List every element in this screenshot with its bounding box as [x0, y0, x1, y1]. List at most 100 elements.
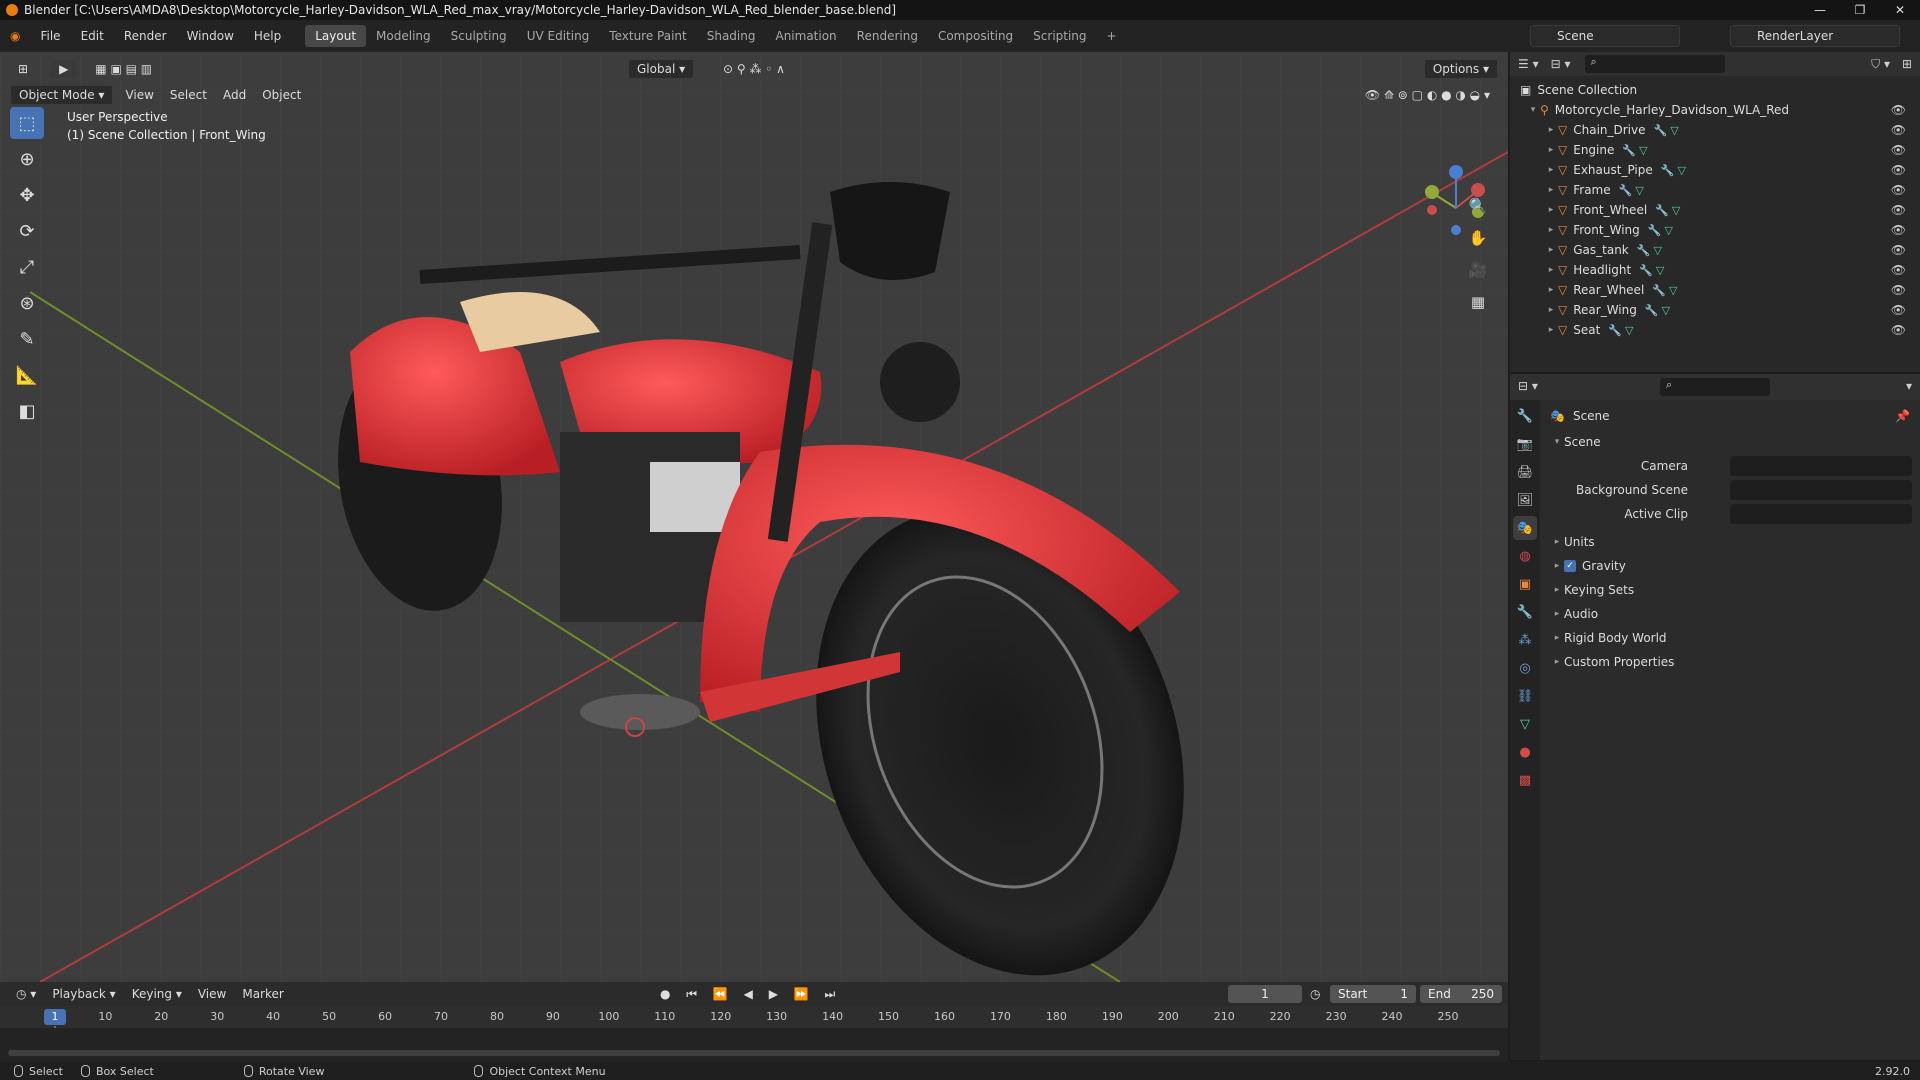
expand-icon[interactable]: ▸ [1544, 325, 1558, 335]
viewport-menu-view[interactable]: View [117, 86, 161, 104]
mesh-data-icon[interactable]: ▽ [1662, 304, 1670, 317]
selection-box-icons[interactable]: ▦ ▣ ▤ ▥ [87, 60, 160, 78]
collapse-icon[interactable]: ▾ [1526, 105, 1540, 115]
playhead-frame-indicator[interactable]: 1 [44, 1009, 66, 1025]
perspective-grid-icon[interactable]: ▦ [1464, 288, 1492, 316]
view-layer-tab-icon[interactable]: 🖼 [1513, 488, 1537, 512]
expand-icon[interactable]: ▸ [1544, 125, 1558, 135]
tab-layout[interactable]: Layout [305, 25, 367, 47]
tab-animation[interactable]: Animation [765, 25, 846, 47]
end-frame-field[interactable]: End 250 [1420, 985, 1502, 1003]
tab-rendering[interactable]: Rendering [847, 25, 928, 47]
select-tool-icon[interactable]: ⬚ [10, 107, 44, 139]
3d-viewport[interactable]: ⊞ ▶ ▦ ▣ ▤ ▥ Global ▾ ⊙ ⚲ ⁂ ◦ ∧ Options ▾… [0, 52, 1508, 982]
viewport-menu-add[interactable]: Add [215, 86, 254, 104]
viewport-menu-select[interactable]: Select [162, 86, 215, 104]
timeline-menu-marker[interactable]: Marker [234, 985, 291, 1003]
panel-units[interactable]: ▸ Units [1540, 530, 1920, 554]
pin-icon[interactable]: 📌 [1895, 409, 1910, 423]
data-tab-icon[interactable]: ▽ [1513, 712, 1537, 736]
visibility-eye-icon[interactable]: 👁 [1891, 243, 1906, 257]
modifier-icon[interactable]: 🔧 [1637, 244, 1651, 257]
scene-tab-icon[interactable]: 🎭 [1513, 516, 1537, 540]
measure-tool-icon[interactable]: 📐 [10, 359, 44, 391]
modifier-icon[interactable]: 🔧 [1655, 204, 1669, 217]
move-tool-icon[interactable]: ✥ [10, 179, 44, 211]
object-tab-icon[interactable]: ▣ [1513, 572, 1537, 596]
modifier-icon[interactable]: 🔧 [1661, 164, 1675, 177]
visibility-eye-icon[interactable]: 👁 [1891, 303, 1906, 317]
outliner-object-row[interactable]: ▸ ▽ Engine 🔧 ▽ 👁 [1510, 140, 1920, 160]
mesh-data-icon[interactable]: ▽ [1625, 324, 1633, 337]
timeline-menu-keying[interactable]: Keying ▾ [124, 985, 190, 1003]
panel-audio[interactable]: ▸ Audio [1540, 602, 1920, 626]
output-tab-icon[interactable]: 🖨 [1513, 460, 1537, 484]
modifier-icon[interactable]: 🔧 [1619, 184, 1633, 197]
panel-rigid-body-world[interactable]: ▸ Rigid Body World [1540, 626, 1920, 650]
background-scene-field[interactable] [1730, 480, 1912, 500]
world-tab-icon[interactable]: ◍ [1513, 544, 1537, 568]
transform-tool-icon[interactable]: ⊛ [10, 287, 44, 319]
scene-selector[interactable]: Scene [1530, 25, 1680, 47]
outliner-scene-collection[interactable]: ▣ Scene Collection [1510, 80, 1920, 100]
blender-menu-icon[interactable]: ◉ [0, 29, 30, 43]
modifier-icon[interactable]: 🔧 [1654, 124, 1668, 137]
zoom-icon[interactable]: 🔍 [1464, 192, 1492, 220]
menu-edit[interactable]: Edit [71, 29, 114, 43]
expand-icon[interactable]: ▸ [1544, 245, 1558, 255]
mesh-data-icon[interactable]: ▽ [1635, 184, 1643, 197]
menu-window[interactable]: Window [177, 29, 244, 43]
tab-texture-paint[interactable]: Texture Paint [599, 25, 696, 47]
rotate-tool-icon[interactable]: ⟳ [10, 215, 44, 247]
pivot-snap-icons[interactable]: ⊙ ⚲ ⁂ ◦ ∧ [715, 60, 793, 78]
visibility-eye-icon[interactable]: 👁 [1891, 283, 1906, 297]
outliner-object-row[interactable]: ▸ ▽ Front_Wheel 🔧 ▽ 👁 [1510, 200, 1920, 220]
outliner-object-row[interactable]: ▸ ▽ Rear_Wheel 🔧 ▽ 👁 [1510, 280, 1920, 300]
outliner-object-row[interactable]: ▸ ▽ Gas_tank 🔧 ▽ 👁 [1510, 240, 1920, 260]
shading-mode-icons[interactable]: 👁 ⟰ ⊚ ▢ ◐ ● ◑ ◒ ▾ [1357, 86, 1498, 104]
outliner-editor-icon[interactable]: ☰ ▾ [1518, 57, 1539, 71]
mesh-data-icon[interactable]: ▽ [1664, 224, 1672, 237]
timeline-track[interactable] [0, 1028, 1508, 1062]
tab-sculpting[interactable]: Sculpting [441, 25, 517, 47]
visibility-eye-icon[interactable]: 👁 [1891, 143, 1906, 157]
texture-tab-icon[interactable]: ▩ [1513, 768, 1537, 792]
menu-help[interactable]: Help [244, 29, 291, 43]
outliner-display-mode-icon[interactable]: ⊟ ▾ [1551, 57, 1571, 71]
cursor-tool-icon[interactable]: ⊕ [10, 143, 44, 175]
outliner-search-input[interactable]: ⌕ [1584, 55, 1725, 73]
tab-scripting[interactable]: Scripting [1023, 25, 1096, 47]
camera-view-icon[interactable]: 🎥 [1464, 256, 1492, 284]
start-frame-field[interactable]: Start 1 [1330, 985, 1416, 1003]
modifier-icon[interactable]: 🔧 [1652, 284, 1666, 297]
view-layer-selector[interactable]: RenderLayer [1730, 25, 1900, 47]
timeline-menu-playback[interactable]: Playback ▾ [44, 985, 123, 1003]
material-tab-icon[interactable]: ● [1513, 740, 1537, 764]
preview-range-icon[interactable]: ◷ [1310, 987, 1320, 1001]
filter-icon[interactable]: ⛉ ▾ [1871, 57, 1890, 72]
visibility-eye-icon[interactable]: 👁 [1891, 203, 1906, 217]
select-mode-icon[interactable]: ▶ [50, 59, 78, 79]
tab-shading[interactable]: Shading [697, 25, 766, 47]
active-clip-field[interactable] [1730, 504, 1912, 524]
panel-keying-sets[interactable]: ▸ Keying Sets [1540, 578, 1920, 602]
new-collection-icon[interactable]: ⊞ [1902, 57, 1912, 71]
options-button[interactable]: Options ▾ [1423, 59, 1498, 79]
modifier-icon[interactable]: 🔧 [1645, 304, 1659, 317]
expand-icon[interactable]: ▸ [1544, 265, 1558, 275]
object-mode-dropdown[interactable]: Object Mode ▾ [10, 85, 114, 105]
outliner-object-row[interactable]: ▸ ▽ Seat 🔧 ▽ 👁 [1510, 320, 1920, 340]
visibility-eye-icon[interactable]: 👁 [1891, 323, 1906, 337]
expand-icon[interactable]: ▸ [1544, 185, 1558, 195]
outliner-collection-row[interactable]: ▾ ⚲ Motorcycle_Harley_Davidson_WLA_Red 👁 [1510, 100, 1920, 120]
properties-options-icon[interactable]: ▾ [1906, 379, 1912, 393]
editor-type-icon[interactable]: ⊞ [10, 60, 36, 78]
outliner-object-row[interactable]: ▸ ▽ Front_Wing 🔧 ▽ 👁 [1510, 220, 1920, 240]
expand-icon[interactable]: ▸ [1544, 225, 1558, 235]
viewport-menu-object[interactable]: Object [254, 86, 309, 104]
visibility-eye-icon[interactable]: 👁 [1891, 183, 1906, 197]
properties-search-input[interactable]: ⌕ [1660, 378, 1770, 396]
visibility-eye-icon[interactable]: 👁 [1891, 163, 1906, 177]
visibility-eye-icon[interactable]: 👁 [1891, 103, 1906, 117]
outliner-object-row[interactable]: ▸ ▽ Exhaust_Pipe 🔧 ▽ 👁 [1510, 160, 1920, 180]
